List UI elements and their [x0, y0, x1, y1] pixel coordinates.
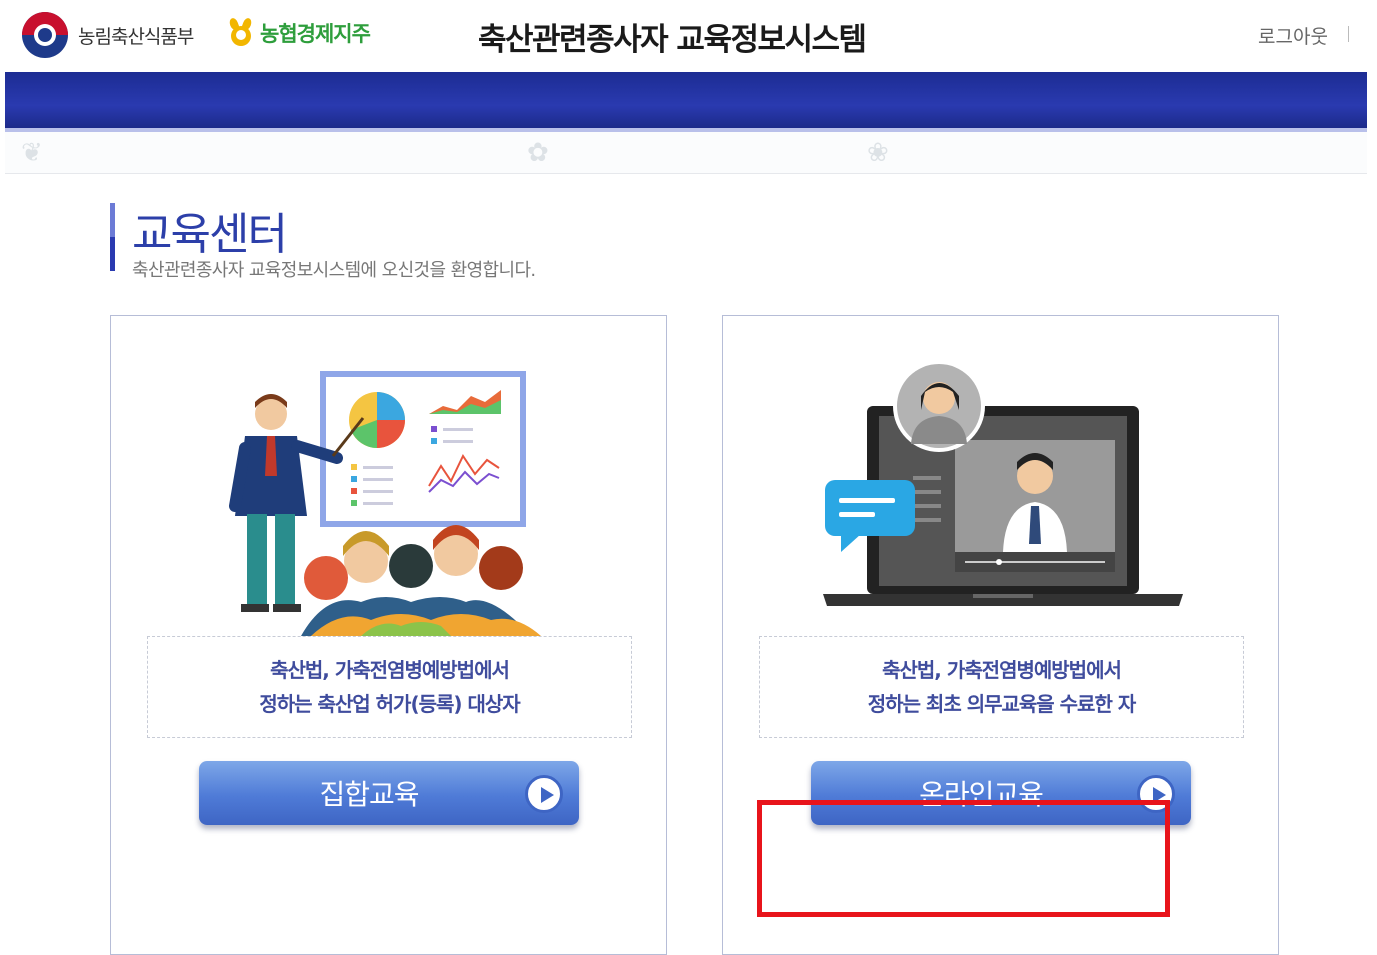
gov-logo-icon: [22, 12, 68, 58]
go-arrow-icon: [525, 775, 563, 813]
header: 농림축산식품부 농협경제지주 축산관련종사자 교육정보시스템 로그아웃: [0, 0, 1377, 72]
leaf-icon: ❦: [21, 138, 43, 168]
nh-logo[interactable]: 농협경제지주: [228, 16, 371, 48]
flower-icon: ❀: [867, 138, 889, 168]
button-label: 집합교육: [319, 778, 419, 811]
divider: [1348, 26, 1349, 42]
navigation-bar: [5, 72, 1367, 128]
online-lecture-illustration: [823, 360, 1183, 606]
description-line: 정하는 축산업 허가(등록) 대상자: [259, 692, 520, 716]
description-line: 정하는 최초 의무교육을 수료한 자: [867, 692, 1136, 716]
heading-accent: [110, 203, 115, 271]
coop-name: 농협경제지주: [260, 22, 371, 46]
page-title: 교육센터: [132, 209, 288, 260]
highlight-box: [757, 800, 1170, 917]
nh-logo-icon: [228, 16, 254, 48]
page-subtitle: 축산관련종사자 교육정보시스템에 오신것을 환영합니다.: [132, 260, 536, 281]
description-box: 축산법, 가축전염병예방법에서 정하는 축산업 허가(등록) 대상자: [147, 636, 632, 738]
logout-link[interactable]: 로그아웃: [1258, 22, 1328, 49]
description-box: 축산법, 가축전염병예방법에서 정하는 최초 의무교육을 수료한 자: [759, 636, 1244, 738]
sprout-icon: ✿: [527, 138, 549, 168]
site-title: 축산관련종사자 교육정보시스템: [478, 22, 867, 58]
gov-name: 농림축산식품부: [78, 25, 194, 48]
description-line: 축산법, 가축전염병예방법에서: [270, 658, 510, 682]
offline-education-card: 축산법, 가축전염병예방법에서 정하는 축산업 허가(등록) 대상자 집합교육: [110, 315, 667, 955]
gov-logo[interactable]: 농림축산식품부: [22, 12, 194, 58]
presentation-illustration: [229, 371, 541, 636]
offline-education-button[interactable]: 집합교육: [199, 761, 579, 825]
sub-band: ❦ ✿ ❀: [5, 132, 1367, 174]
description-line: 축산법, 가축전염병예방법에서: [882, 658, 1122, 682]
